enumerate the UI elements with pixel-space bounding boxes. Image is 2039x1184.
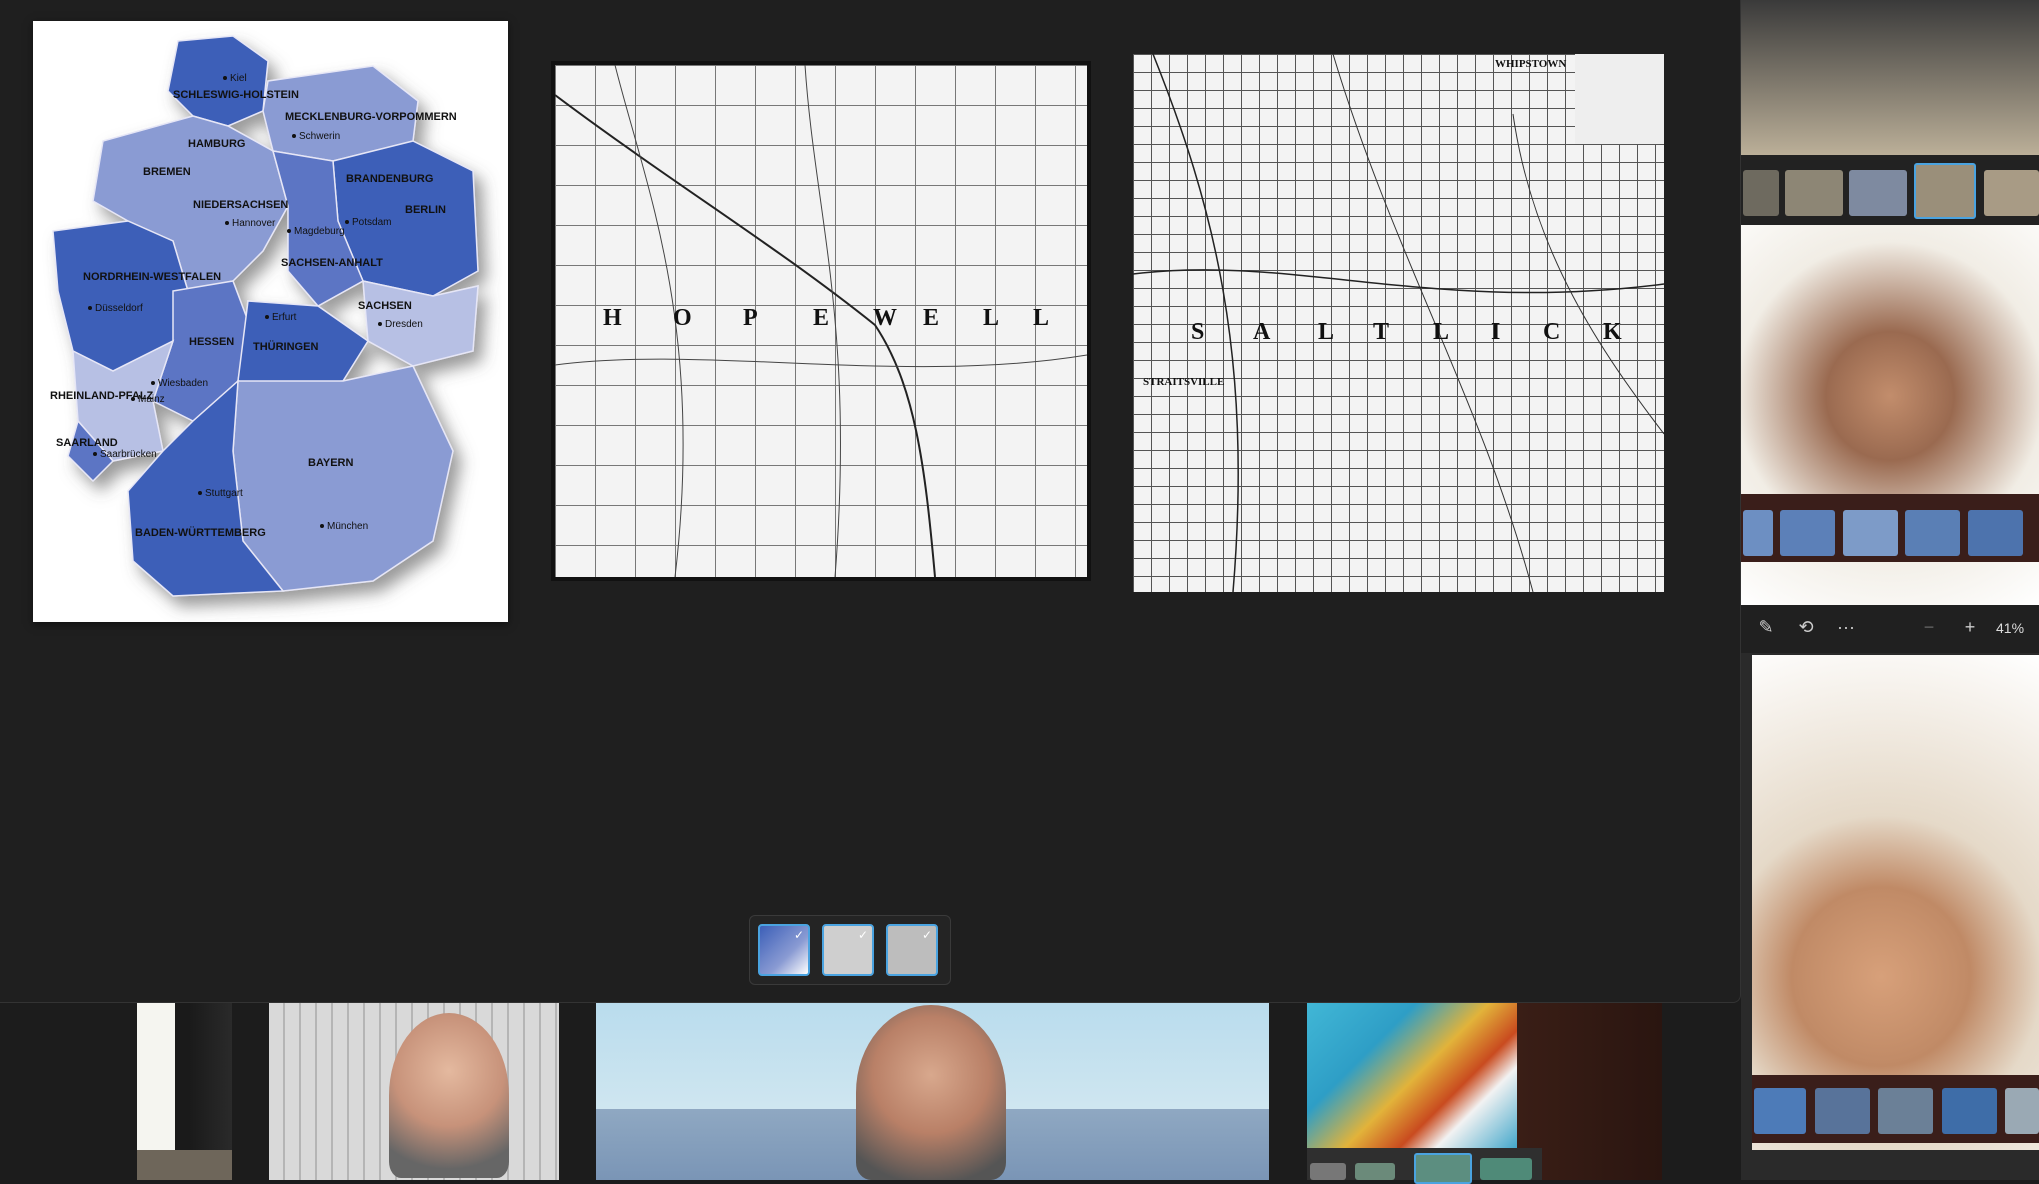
filmstrip-thumb-selected[interactable]	[1414, 1153, 1472, 1184]
background-photo-floor	[137, 1150, 232, 1180]
zoom-in-icon[interactable]: +	[1955, 612, 1985, 642]
filmstrip-thumb[interactable]	[1905, 510, 1960, 556]
filmstrip-thumb[interactable]	[1815, 1088, 1870, 1134]
filmstrip-thumb[interactable]	[1355, 1163, 1395, 1180]
state-label: SACHSEN-ANHALT	[281, 257, 383, 269]
filmstrip-thumb[interactable]	[1743, 510, 1773, 556]
township-letter: A	[1253, 319, 1327, 345]
city-label: Schwerin	[292, 131, 340, 142]
state-schleswig-holstein	[167, 35, 269, 127]
state-label: HAMBURG	[188, 138, 246, 150]
state-label: BRANDENBURG	[346, 173, 434, 185]
filmstrip-thumb[interactable]	[1942, 1088, 1997, 1134]
edit-icon[interactable]: ✎	[1751, 612, 1781, 642]
state-label: BADEN-WÜRTTEMBERG	[135, 527, 266, 539]
state-label: HESSEN	[189, 336, 235, 348]
rotate-icon[interactable]: ⟲	[1791, 612, 1821, 642]
photo-viewer-window: SCHLESWIG-HOLSTEIN MECKLENBURG-VORPOMMER…	[0, 0, 1741, 1003]
state-label: NIEDERSACHSEN	[193, 199, 289, 211]
filmstrip-thumb[interactable]	[1849, 170, 1907, 216]
city-label: Dresden	[378, 319, 423, 330]
township-letter: S	[1191, 319, 1261, 345]
filmstrip-thumb[interactable]	[1480, 1158, 1532, 1180]
filmstrip-thumb[interactable]	[1785, 170, 1843, 216]
state-bayern	[232, 365, 454, 592]
township-letter: K	[1603, 319, 1678, 345]
filmstrip-thumb[interactable]	[1968, 510, 2023, 556]
state-label: BREMEN	[143, 166, 191, 178]
background-photo-stained-glass[interactable]	[1307, 1003, 1517, 1158]
tray-thumb-germany[interactable]: ✓	[758, 924, 810, 976]
face-shape	[856, 1005, 1006, 1180]
filmstrip-thumb[interactable]	[1878, 1088, 1933, 1134]
city-label: Saarbrücken	[93, 449, 157, 460]
filmstrip-thumb[interactable]	[1310, 1163, 1346, 1180]
checkmark-icon: ✓	[793, 928, 805, 942]
city-label: Potsdam	[345, 217, 391, 228]
more-icon[interactable]: ···	[1831, 612, 1861, 642]
zoom-level: 41%	[1996, 620, 2025, 636]
filmstrip-thumb-selected[interactable]	[1914, 163, 1976, 219]
township-letter: O	[673, 305, 748, 331]
state-label: THÜRINGEN	[253, 341, 319, 353]
background-photo-man-glasses[interactable]	[269, 1003, 559, 1180]
state-label: SCHLESWIG-HOLSTEIN	[173, 89, 299, 101]
state-label: BAYERN	[308, 457, 354, 469]
zoom-out-icon[interactable]: −	[1914, 612, 1944, 642]
selection-tray: ✓ ✓ ✓	[749, 915, 951, 985]
city-label: Wiesbaden	[151, 378, 208, 389]
filmstrip-thumb[interactable]	[1984, 170, 2039, 216]
filmstrip-thumb[interactable]	[1754, 1088, 1806, 1134]
state-label: SAARLAND	[56, 437, 118, 449]
viewer-toolbar	[1741, 605, 2039, 653]
background-photo-man-sunglasses[interactable]	[596, 1003, 1269, 1180]
city-label: Mainz	[131, 394, 165, 405]
tray-thumb-saltlick[interactable]: ✓	[886, 924, 938, 976]
filmstrip-thumb[interactable]	[1743, 170, 1779, 216]
checkmark-icon: ✓	[857, 928, 869, 942]
face-shape	[389, 1013, 509, 1178]
city-label: Kiel	[223, 73, 247, 84]
state-label: SACHSEN	[358, 300, 412, 312]
township-letter: P	[743, 305, 814, 331]
city-label: Magdeburg	[287, 226, 345, 237]
germany-map-image[interactable]: SCHLESWIG-HOLSTEIN MECKLENBURG-VORPOMMER…	[33, 21, 508, 622]
state-label: BERLIN	[405, 204, 446, 216]
township-letter: H	[603, 305, 678, 331]
city-label: München	[320, 521, 368, 532]
filmstrip-thumb[interactable]	[1843, 510, 1898, 556]
checkmark-icon: ✓	[921, 928, 933, 942]
saltlick-map-image[interactable]: WHIPSTOWN STRAITSVILLE S A L T L I C K	[1133, 54, 1664, 592]
city-label: Düsseldorf	[88, 303, 143, 314]
tray-thumb-hopewell[interactable]: ✓	[822, 924, 874, 976]
city-label: Stuttgart	[198, 488, 243, 499]
state-label: MECKLENBURG-VORPOMMERN	[285, 111, 457, 123]
filmstrip-thumb[interactable]	[2005, 1088, 2039, 1134]
city-label: Hannover	[225, 218, 275, 229]
filmstrip-thumb[interactable]	[1780, 510, 1835, 556]
township-letter: L	[1033, 305, 1106, 331]
city-label: Erfurt	[265, 312, 296, 323]
state-label: NORDRHEIN-WESTFALEN	[83, 271, 222, 283]
hopewell-map-image[interactable]: H O P E W E L L	[551, 61, 1091, 581]
